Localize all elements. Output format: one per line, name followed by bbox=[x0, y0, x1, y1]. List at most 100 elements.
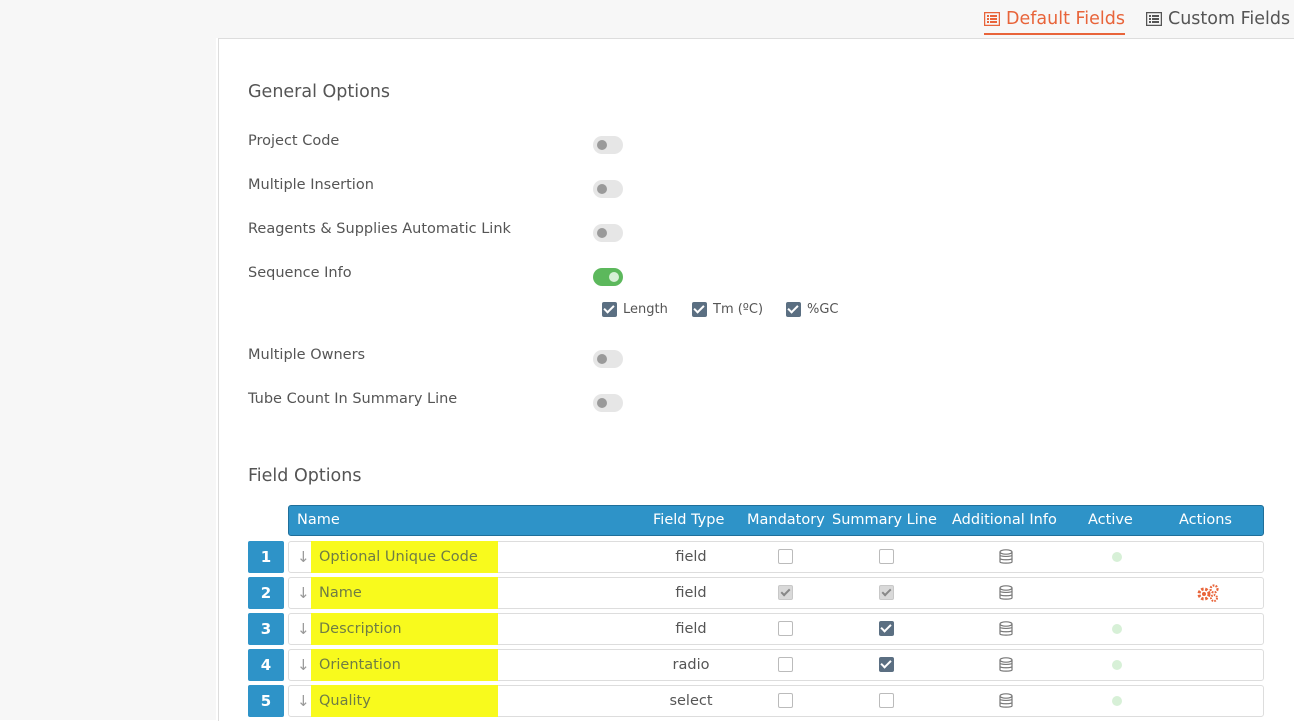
field-type: field bbox=[675, 585, 707, 601]
table-row: ↓↑ Name field bbox=[288, 577, 1264, 609]
field-name: Quality bbox=[311, 685, 498, 717]
sidebar bbox=[0, 38, 216, 720]
additional-info-cell bbox=[999, 549, 1013, 569]
general-options-title: General Options bbox=[248, 82, 391, 102]
tab-default-fields[interactable]: Default Fields bbox=[984, 9, 1126, 35]
header-field-type: Field Type bbox=[653, 512, 725, 528]
mandatory-checkbox[interactable] bbox=[778, 549, 793, 564]
toggle-knob bbox=[1112, 552, 1122, 562]
toggle-knob bbox=[597, 398, 607, 408]
length-checkbox-row[interactable]: Length bbox=[602, 302, 668, 317]
summary-checkbox-cell bbox=[879, 693, 894, 712]
additional-info-cell bbox=[999, 585, 1013, 605]
additional-info-cell bbox=[999, 693, 1013, 713]
field-options-title: Field Options bbox=[248, 466, 362, 486]
field-name: Optional Unique Code bbox=[311, 541, 498, 573]
tm-label: Tm (ºC) bbox=[713, 302, 764, 317]
database-icon[interactable] bbox=[999, 585, 1013, 601]
summary-line-checkbox[interactable] bbox=[879, 693, 894, 708]
header-active: Active bbox=[1088, 512, 1133, 528]
mandatory-checkbox[interactable] bbox=[778, 657, 793, 672]
field-name: Orientation bbox=[311, 649, 498, 681]
multiple-insertion-toggle[interactable] bbox=[593, 180, 623, 198]
database-icon[interactable] bbox=[999, 657, 1013, 673]
database-icon[interactable] bbox=[999, 693, 1013, 709]
mandatory-checkbox-cell bbox=[778, 549, 793, 568]
option-label-project-code: Project Code bbox=[248, 133, 340, 149]
tab-label: Default Fields bbox=[1006, 9, 1126, 29]
mandatory-checkbox-cell bbox=[778, 657, 793, 676]
length-label: Length bbox=[623, 302, 668, 317]
mandatory-checkbox-cell bbox=[778, 693, 793, 712]
toggle-knob bbox=[1112, 696, 1122, 706]
additional-info-cell bbox=[999, 621, 1013, 641]
field-type: field bbox=[675, 549, 707, 565]
mandatory-checkbox-cell bbox=[778, 621, 793, 640]
tm-checkbox-row[interactable]: Tm (ºC) bbox=[692, 302, 763, 317]
fields-table-header: Name Field Type Mandatory Summary Line A… bbox=[288, 505, 1264, 536]
mandatory-checkbox[interactable] bbox=[778, 621, 793, 636]
toggle-knob bbox=[1112, 624, 1122, 634]
gears-icon[interactable] bbox=[1196, 583, 1220, 603]
summary-line-checkbox[interactable] bbox=[879, 585, 894, 600]
header-actions: Actions bbox=[1179, 512, 1232, 528]
field-name: Name bbox=[311, 577, 498, 609]
row-number-badge: 1 bbox=[248, 541, 284, 573]
row-number-badge: 2 bbox=[248, 577, 284, 609]
gc-checkbox[interactable] bbox=[786, 302, 801, 317]
table-row: ↓↑ Optional Unique Code field bbox=[288, 541, 1264, 573]
sequence-info-toggle[interactable] bbox=[593, 268, 623, 286]
toggle-knob bbox=[597, 354, 607, 364]
tab-custom-fields[interactable]: Custom Fields bbox=[1146, 9, 1290, 29]
list-icon bbox=[1146, 12, 1162, 26]
toggle-knob bbox=[597, 228, 607, 238]
field-type: select bbox=[669, 693, 713, 709]
actions-cell bbox=[1196, 583, 1220, 607]
table-row: ↓↑ Description field bbox=[288, 613, 1264, 645]
mandatory-checkbox-cell bbox=[778, 585, 793, 604]
option-label-reagents-link: Reagents & Supplies Automatic Link bbox=[248, 221, 511, 237]
additional-info-cell bbox=[999, 657, 1013, 677]
table-row: ↓↑ Orientation radio bbox=[288, 649, 1264, 681]
reagents-link-toggle[interactable] bbox=[593, 224, 623, 242]
multiple-owners-toggle[interactable] bbox=[593, 350, 623, 368]
summary-line-checkbox[interactable] bbox=[879, 657, 894, 672]
tm-checkbox[interactable] bbox=[692, 302, 707, 317]
field-type: field bbox=[675, 621, 707, 637]
list-icon bbox=[984, 12, 1000, 26]
database-icon[interactable] bbox=[999, 621, 1013, 637]
length-checkbox[interactable] bbox=[602, 302, 617, 317]
row-number-badge: 5 bbox=[248, 685, 284, 717]
table-row: ↓↑ Quality select bbox=[288, 685, 1264, 717]
field-name: Description bbox=[311, 613, 498, 645]
option-label-multiple-owners: Multiple Owners bbox=[248, 347, 366, 363]
tab-label: Custom Fields bbox=[1168, 9, 1291, 29]
toggle-knob bbox=[597, 184, 607, 194]
row-number-badge: 3 bbox=[248, 613, 284, 645]
toggle-knob bbox=[597, 140, 607, 150]
header-additional-info: Additional Info bbox=[952, 512, 1057, 528]
header-name: Name bbox=[297, 512, 340, 528]
summary-checkbox-cell bbox=[879, 549, 894, 568]
option-label-tube-count: Tube Count In Summary Line bbox=[248, 391, 458, 407]
summary-line-checkbox[interactable] bbox=[879, 549, 894, 564]
option-label-multiple-insertion: Multiple Insertion bbox=[248, 177, 374, 193]
summary-line-checkbox[interactable] bbox=[879, 621, 894, 636]
gc-checkbox-row[interactable]: %GC bbox=[786, 302, 839, 317]
option-label-sequence-info: Sequence Info bbox=[248, 265, 352, 281]
mandatory-checkbox[interactable] bbox=[778, 585, 793, 600]
toggle-knob bbox=[609, 272, 619, 282]
toggle-knob bbox=[1112, 660, 1122, 670]
mandatory-checkbox[interactable] bbox=[778, 693, 793, 708]
summary-checkbox-cell bbox=[879, 657, 894, 676]
header-mandatory: Mandatory bbox=[747, 512, 825, 528]
row-number-badge: 4 bbox=[248, 649, 284, 681]
field-type: radio bbox=[672, 657, 710, 673]
summary-checkbox-cell bbox=[879, 621, 894, 640]
gc-label: %GC bbox=[807, 302, 839, 317]
database-icon[interactable] bbox=[999, 549, 1013, 565]
summary-checkbox-cell bbox=[879, 585, 894, 604]
header-summary-line: Summary Line bbox=[832, 512, 937, 528]
project-code-toggle[interactable] bbox=[593, 136, 623, 154]
tube-count-toggle[interactable] bbox=[593, 394, 623, 412]
